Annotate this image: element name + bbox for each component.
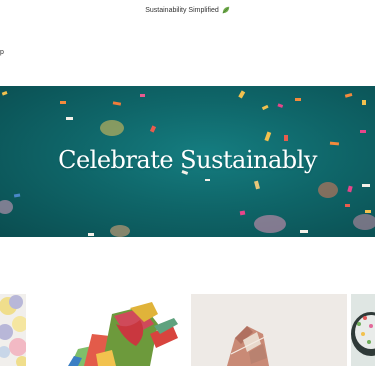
announcement-bar: Sustainability Simplified xyxy=(0,0,375,20)
category-card-party-food[interactable] xyxy=(351,294,375,366)
category-cards xyxy=(0,294,375,366)
hero-banner[interactable]: Celebrate Sustainably xyxy=(0,86,375,237)
nav-partial-item[interactable]: p xyxy=(0,49,4,56)
category-card-gift-wrap[interactable] xyxy=(32,294,187,366)
hero-title: Celebrate Sustainably xyxy=(58,146,317,174)
balloons-image xyxy=(0,294,26,366)
category-card-gift-box[interactable] xyxy=(191,294,347,366)
fabric-gift-image xyxy=(32,294,187,366)
announcement-text: Sustainability Simplified xyxy=(145,6,219,14)
party-food-image xyxy=(351,294,375,366)
category-card-balloons[interactable] xyxy=(0,294,26,366)
leaf-icon xyxy=(222,6,229,14)
gift-box-image xyxy=(191,294,347,366)
